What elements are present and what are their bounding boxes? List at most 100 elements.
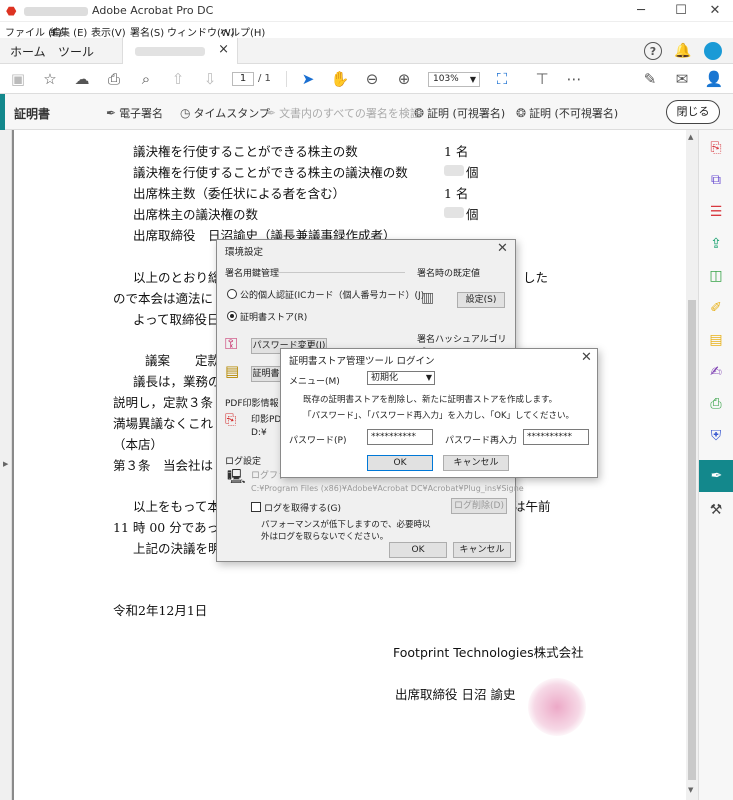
- hand-tool-icon[interactable]: ✋: [330, 69, 350, 89]
- print-production-icon[interactable]: ⎙: [706, 394, 726, 414]
- close-window-icon[interactable]: ✕: [700, 2, 730, 20]
- log-capture-checkbox[interactable]: [251, 502, 261, 512]
- certify-visible-button[interactable]: ❂ 証明 (可視署名): [414, 105, 505, 121]
- comment-icon[interactable]: ▤: [706, 330, 726, 350]
- certify-invisible-label: 証明 (不可視署名): [529, 107, 619, 120]
- log-file-path: C:¥Program Files (x86)¥Adobe¥Acrobat DC¥…: [251, 484, 524, 493]
- preferences-cancel-button[interactable]: キャンセル: [453, 542, 511, 558]
- page-up-icon[interactable]: ⇧: [168, 69, 188, 89]
- scroll-down-icon[interactable]: ▼: [688, 786, 693, 794]
- doc-line-attendee-rights: 出席株主の議決権の数: [133, 207, 259, 222]
- protect-shield-icon[interactable]: ⛨: [706, 426, 726, 446]
- doc-date: 令和2年12月1日: [113, 603, 208, 618]
- compare-files-icon[interactable]: ◫: [706, 266, 726, 286]
- create-pdf-icon[interactable]: ⎘: [706, 138, 726, 158]
- redacted-number: [444, 165, 464, 176]
- cert-store-radio[interactable]: [227, 311, 237, 321]
- log-capture-option[interactable]: ログを取得する(G): [251, 501, 341, 514]
- close-tab-icon[interactable]: ×: [218, 42, 229, 57]
- certify-visible-label: 証明 (可視署名): [427, 107, 506, 120]
- select-cursor-icon[interactable]: ➤: [298, 69, 318, 89]
- cert-store-option[interactable]: 証明書ストア(R): [227, 310, 307, 323]
- zoom-out-icon[interactable]: ⊖: [362, 69, 382, 89]
- scroll-thumb[interactable]: [688, 300, 696, 780]
- certificate-icon: ▤: [225, 362, 240, 380]
- preferences-ok-button[interactable]: OK: [389, 542, 447, 558]
- certificate-button[interactable]: 証明書: [251, 366, 281, 382]
- tab-document[interactable]: ×: [122, 38, 238, 64]
- scroll-up-icon[interactable]: ▲: [688, 133, 693, 141]
- jpki-option[interactable]: 公的個人認証(ICカード（個人番号カード）(J): [227, 288, 424, 301]
- validate-all-button[interactable]: ✒ 文書内のすべての署名を検証: [266, 105, 421, 121]
- more-options-icon[interactable]: ⋯: [564, 69, 584, 89]
- timestamp-button[interactable]: ◷ タイムスタンプ: [180, 105, 270, 121]
- close-certificates-button[interactable]: 閉じる: [666, 100, 720, 124]
- default-settings-heading: 署名時の既定値: [417, 269, 481, 279]
- pdf-stamp-label: 印影PD: [251, 415, 282, 425]
- notification-bell-icon[interactable]: 🔔: [674, 42, 692, 60]
- mail-icon[interactable]: ✉: [672, 69, 692, 89]
- more-tools-icon[interactable]: ⚒: [706, 500, 726, 520]
- menu-label: メニュー(M): [289, 377, 340, 387]
- menu-view[interactable]: 表示(V): [91, 24, 126, 39]
- doc-agenda-line5: 第３条 当会社は: [113, 458, 214, 473]
- certificates-tool-icon[interactable]: ✒: [699, 460, 733, 492]
- zoom-select[interactable]: 103% ▼: [428, 72, 480, 87]
- save-icon[interactable]: ▣: [8, 69, 28, 89]
- jpki-option-label: 公的個人認証(ICカード（個人番号カード）(J): [240, 291, 425, 301]
- add-user-icon[interactable]: 👤: [704, 69, 724, 89]
- settings-button[interactable]: 設定(S): [457, 292, 505, 308]
- doc-value-attendees: 1 名: [444, 186, 469, 201]
- help-icon[interactable]: ?: [644, 42, 662, 60]
- vertical-scrollbar[interactable]: ▲ ▼: [686, 130, 698, 800]
- page-number-input[interactable]: 1: [232, 72, 254, 86]
- page-fit-icon[interactable]: ⛶: [492, 69, 512, 89]
- page-down-icon[interactable]: ⇩: [200, 69, 220, 89]
- upload-cloud-icon[interactable]: ☁: [72, 69, 92, 89]
- login-close-icon[interactable]: ✕: [581, 350, 592, 365]
- print-icon[interactable]: ⎙: [104, 69, 124, 89]
- clock-icon: ◷: [180, 106, 191, 120]
- organize-pages-icon[interactable]: ☰: [706, 202, 726, 222]
- preferences-close-icon[interactable]: ✕: [497, 241, 508, 256]
- menu-help[interactable]: ヘルプ(H): [220, 24, 265, 39]
- login-cancel-button[interactable]: キャンセル: [443, 455, 509, 471]
- certificate-ribbon-icon-2: ❂: [516, 106, 527, 120]
- bookmark-star-icon[interactable]: ☆: [40, 69, 60, 89]
- tab-home[interactable]: ホーム: [10, 43, 46, 60]
- sign-link-icon[interactable]: ✎: [640, 69, 660, 89]
- password-re-input[interactable]: **********: [523, 429, 589, 445]
- minimize-icon[interactable]: ─: [626, 2, 656, 20]
- doc-agenda-line2: 説明し，定款３条: [113, 395, 214, 410]
- jpki-radio[interactable]: [227, 289, 237, 299]
- validate-pen-icon: ✒: [266, 106, 277, 120]
- login-ok-button[interactable]: OK: [367, 455, 433, 471]
- log-delete-button[interactable]: ログ削除(D): [451, 498, 507, 514]
- doc-closing-line1: 以上をもって本: [133, 499, 220, 514]
- pdf-stamp-path: D:¥: [251, 428, 267, 438]
- menu-bar: ファイル (F) 編集 (E) 表示(V) 署名(S) ウィンドウ(W) ヘルプ…: [0, 22, 733, 39]
- zoom-in-icon[interactable]: ⊕: [394, 69, 414, 89]
- doc-value-shareholders: 1 名: [444, 144, 469, 159]
- doc-line-voting-rights: 議決権を行使することができる株主の議決権の数: [133, 165, 408, 180]
- maximize-icon[interactable]: ☐: [666, 2, 696, 20]
- account-avatar[interactable]: [704, 42, 722, 60]
- doc-agenda-line4: （本店）: [113, 437, 164, 452]
- blurred-tab-name: [135, 47, 205, 56]
- scroll-mode-icon[interactable]: ⊤: [532, 69, 552, 89]
- doc-agenda-line3: 満場異議なくこれ: [113, 416, 214, 431]
- certify-invisible-button[interactable]: ❂ 証明 (不可視署名): [516, 105, 618, 121]
- left-panel-toggle[interactable]: ▶: [0, 130, 12, 800]
- edit-pdf-icon[interactable]: ✐: [706, 298, 726, 318]
- combine-files-icon[interactable]: ⧉: [706, 170, 726, 190]
- tab-tools[interactable]: ツール: [58, 43, 94, 60]
- password-input[interactable]: **********: [367, 429, 433, 445]
- export-pdf-icon[interactable]: ⇪: [706, 234, 726, 254]
- search-icon[interactable]: ⌕: [136, 69, 156, 89]
- menu-select[interactable]: 初期化 ▼: [367, 371, 435, 385]
- menu-sign[interactable]: 署名(S): [130, 24, 164, 39]
- menu-edit[interactable]: 編集 (E): [50, 24, 87, 39]
- login-dialog-title: 証明書ストア管理ツール ログイン: [289, 356, 435, 367]
- digital-sign-button[interactable]: ✒ 電子署名: [106, 105, 163, 121]
- fill-sign-icon[interactable]: ✍: [706, 362, 726, 382]
